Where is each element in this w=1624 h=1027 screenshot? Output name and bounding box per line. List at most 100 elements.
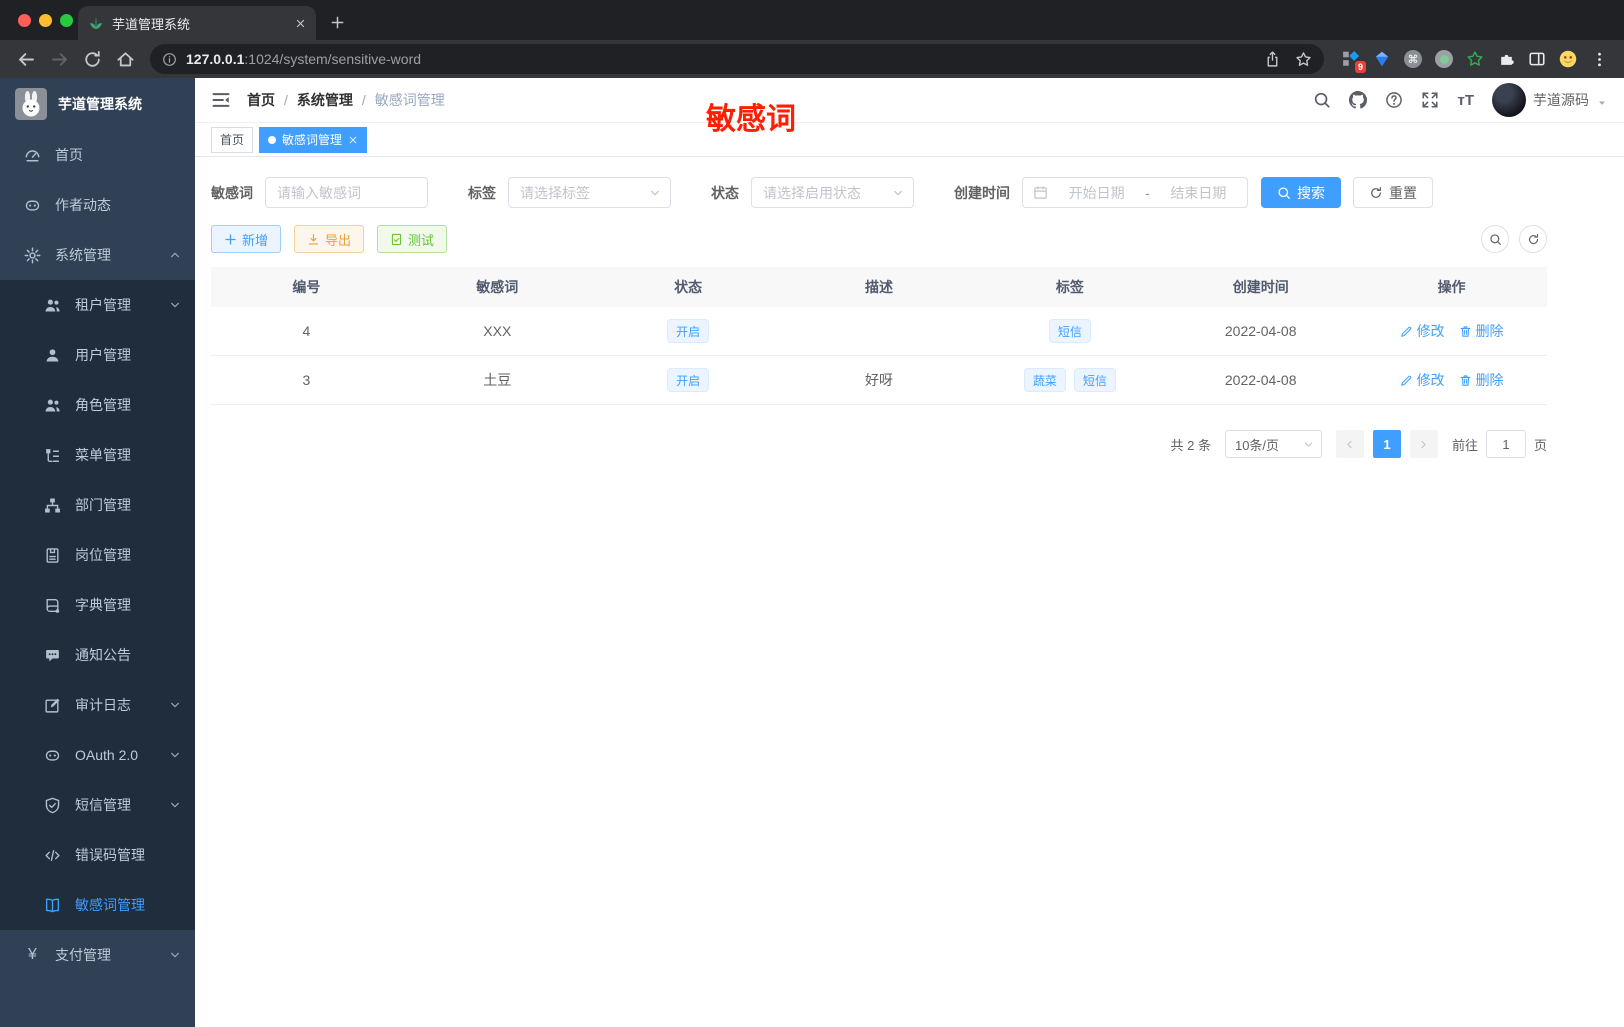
- download-icon: [307, 233, 320, 246]
- sidebar-item-pay[interactable]: ¥ 支付管理: [0, 930, 195, 980]
- side-panel-icon[interactable]: [1528, 50, 1546, 68]
- prev-page-button[interactable]: [1335, 430, 1364, 458]
- sidebar-item-role[interactable]: 角色管理: [0, 380, 195, 430]
- tag-home[interactable]: 首页: [211, 126, 254, 153]
- tag-select[interactable]: 请选择标签: [508, 177, 671, 208]
- edit-link[interactable]: 修改: [1400, 321, 1445, 341]
- username: 芋道源码: [1533, 92, 1589, 108]
- page-size-value: 10条/页: [1234, 437, 1280, 453]
- tag-close-icon[interactable]: [348, 135, 358, 145]
- search-icon[interactable]: [1313, 91, 1331, 109]
- test-button[interactable]: 测试: [377, 225, 448, 253]
- sidebar-item-menu[interactable]: 菜单管理: [0, 430, 195, 480]
- sidebar-item-system[interactable]: 系统管理: [0, 230, 195, 280]
- extensions-puzzle-icon[interactable]: [1497, 50, 1515, 68]
- extension-command-icon[interactable]: ⌘: [1404, 50, 1422, 68]
- users-icon: [44, 297, 61, 314]
- refresh-icon: [1527, 233, 1540, 246]
- window-close-button[interactable]: [18, 14, 31, 27]
- sidebar-item-label: 用户管理: [75, 347, 131, 363]
- book-icon: [44, 597, 61, 614]
- sidebar-item-oauth[interactable]: OAuth 2.0: [0, 730, 195, 780]
- delete-link[interactable]: 删除: [1459, 370, 1504, 390]
- help-icon[interactable]: [1385, 91, 1403, 109]
- sidebar-item-audit[interactable]: 审计日志: [0, 680, 195, 730]
- bookmark-star-icon[interactable]: [1295, 51, 1312, 68]
- users-icon: [44, 397, 61, 414]
- column-header-id: 编号: [211, 267, 402, 307]
- export-button[interactable]: 导出: [294, 225, 365, 253]
- date-separator: -: [1145, 184, 1150, 201]
- page-buttons: 1: [1335, 430, 1438, 458]
- extension-gem-icon[interactable]: [1373, 50, 1391, 68]
- sidebar-item-tenant[interactable]: 租户管理: [0, 280, 195, 330]
- add-button[interactable]: 新增: [211, 225, 282, 253]
- profile-avatar[interactable]: [1559, 50, 1577, 68]
- reset-button[interactable]: 重置: [1353, 177, 1433, 208]
- window-zoom-button[interactable]: [60, 14, 73, 27]
- sidebar-item-user[interactable]: 用户管理: [0, 330, 195, 380]
- sidebar-collapse-icon[interactable]: [211, 90, 231, 110]
- test-button-label: 测试: [408, 232, 435, 248]
- next-page-button[interactable]: [1409, 430, 1438, 458]
- cell-status: 开启: [592, 356, 784, 405]
- edit-link[interactable]: 修改: [1400, 370, 1445, 390]
- sidebar-item-dept[interactable]: 部门管理: [0, 480, 195, 530]
- extension-tiles-icon[interactable]: 9: [1342, 50, 1366, 73]
- sidebar-item-sensitive-word[interactable]: 敏感词管理: [0, 880, 195, 930]
- sidebar-item-notice[interactable]: 通知公告: [0, 630, 195, 680]
- column-header-word: 敏感词: [401, 267, 593, 307]
- tab-close-icon[interactable]: [295, 18, 306, 29]
- browser-menu-icon[interactable]: [1590, 50, 1608, 68]
- refresh-table-button[interactable]: [1519, 225, 1547, 253]
- tag-sensitive-word[interactable]: 敏感词管理: [259, 126, 368, 153]
- tag-filter-label: 标签: [468, 184, 496, 201]
- sidebar-item-errorcode[interactable]: 错误码管理: [0, 830, 195, 880]
- home-icon[interactable]: [116, 50, 135, 69]
- breadcrumb-system[interactable]: 系统管理: [297, 90, 353, 110]
- sidebar-item-label: 敏感词管理: [75, 897, 145, 913]
- address-bar[interactable]: 127.0.0.1 :1024/system/sensitive-word: [150, 44, 1324, 74]
- github-icon[interactable]: [1349, 91, 1367, 109]
- cell-ops: 修改 删除: [1356, 307, 1547, 356]
- delete-link[interactable]: 删除: [1459, 321, 1504, 341]
- sidebar-item-label: 菜单管理: [75, 447, 131, 463]
- sidebar-item-label: OAuth 2.0: [75, 747, 139, 763]
- breadcrumb-home[interactable]: 首页: [247, 90, 275, 110]
- tag-chip: 短信: [1073, 368, 1116, 392]
- share-icon[interactable]: [1264, 51, 1281, 68]
- sidebar-item-home[interactable]: 首页: [0, 130, 195, 180]
- app-title: 芋道管理系统: [58, 96, 142, 112]
- goto-page-input[interactable]: [1485, 430, 1526, 458]
- sidebar-item-dict[interactable]: 字典管理: [0, 580, 195, 630]
- sidebar-item-post[interactable]: 岗位管理: [0, 530, 195, 580]
- user-menu[interactable]: 芋道源码: [1492, 83, 1608, 117]
- page-number-button[interactable]: 1: [1372, 430, 1401, 458]
- window-minimize-button[interactable]: [39, 14, 52, 27]
- new-tab-button[interactable]: [330, 15, 345, 30]
- sidebar-item-author[interactable]: 作者动态: [0, 180, 195, 230]
- search-button[interactable]: 搜索: [1261, 177, 1341, 208]
- font-size-icon[interactable]: тT: [1457, 92, 1474, 109]
- browser-tab[interactable]: 芋道管理系统: [78, 6, 316, 40]
- date-end-placeholder: 结束日期: [1170, 184, 1227, 201]
- page-size-select[interactable]: 10条/页: [1224, 430, 1322, 458]
- keyword-input[interactable]: [265, 177, 428, 208]
- forward-icon[interactable]: [50, 50, 69, 69]
- date-range-picker[interactable]: 开始日期 - 结束日期: [1022, 177, 1248, 208]
- extension-star-icon[interactable]: [1466, 50, 1484, 68]
- back-icon[interactable]: [17, 50, 36, 69]
- tag-select-placeholder: 请选择标签: [520, 184, 590, 201]
- sidebar-item-sms[interactable]: 短信管理: [0, 780, 195, 830]
- status-select[interactable]: 请选择启用状态: [751, 177, 914, 208]
- cell-word: XXX: [401, 307, 593, 356]
- sidebar-logo[interactable]: 芋道管理系统: [0, 78, 195, 130]
- rabbit-logo-icon: [15, 88, 47, 120]
- cell-ops: 修改 删除: [1356, 356, 1547, 405]
- show-search-button[interactable]: [1481, 225, 1509, 253]
- extension-record-icon[interactable]: [1435, 50, 1453, 68]
- tag-chip: 短信: [1048, 319, 1091, 343]
- fullscreen-icon[interactable]: [1421, 91, 1439, 109]
- site-info-icon[interactable]: [162, 52, 177, 67]
- reload-icon[interactable]: [83, 50, 102, 69]
